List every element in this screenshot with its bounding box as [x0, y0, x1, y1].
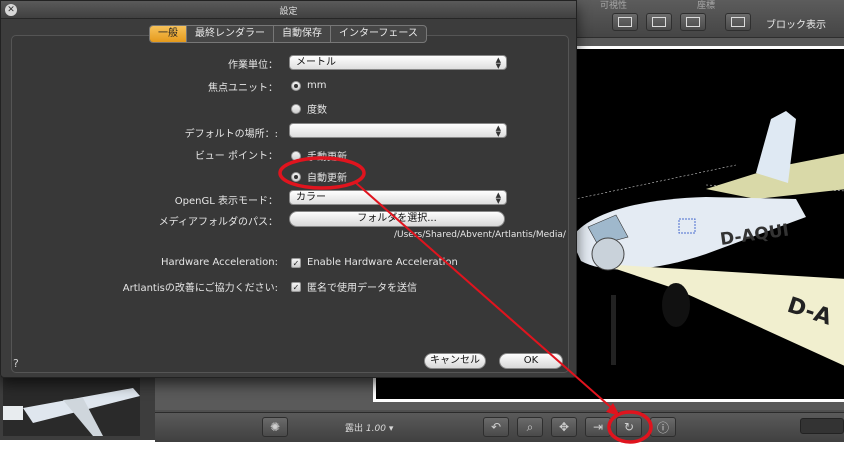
- viewpoint-label: ビュー ポイント：: [194, 151, 278, 162]
- tab-interface[interactable]: インターフェース: [331, 26, 426, 42]
- tab-general[interactable]: 一般: [150, 26, 187, 42]
- media-folder-path: /Users/Shared/Abvent/Artlantis/Media/: [394, 230, 566, 240]
- undo-icon: ↶: [490, 420, 502, 434]
- focal-unit-label: 焦点ユニット：: [208, 83, 278, 94]
- zoom-icon: ⌕: [526, 419, 534, 434]
- dialog-title: 設定: [279, 7, 298, 17]
- help-icon[interactable]: ?: [13, 357, 19, 370]
- radio-selected-icon: [291, 171, 301, 182]
- choose-folder-button[interactable]: フォルダを選択...: [289, 211, 505, 227]
- viewpoint-manual-radio[interactable]: 手動更新: [291, 148, 347, 163]
- exposure-control[interactable]: 露出 1.00 ▾: [345, 421, 393, 434]
- exposure-dropdown-icon: ▾: [388, 424, 394, 434]
- radio-label: mm: [307, 80, 327, 91]
- radio-label: 自動更新: [307, 173, 347, 184]
- settings-dialog: ✕ 設定 一般 最終レンダラー 自動保存 インターフェース 作業単位： メートル…: [0, 0, 577, 378]
- radio-label: 度数: [307, 105, 327, 116]
- radio-empty-icon: [291, 103, 301, 114]
- cancel-button[interactable]: キャンセル: [424, 353, 486, 369]
- work-unit-label: 作業単位：: [228, 60, 278, 71]
- pan-icon: ✥: [558, 420, 570, 434]
- radio-label: 手動更新: [307, 152, 347, 163]
- hardware-acceleration-label: Hardware Acceleration:: [161, 257, 278, 268]
- checkmark-icon: ✓: [291, 281, 301, 292]
- media-folder-label: メディアフォルダのパス：: [158, 217, 278, 228]
- coordinates-label: 座標: [697, 1, 716, 11]
- visibility-label: 可視性: [600, 1, 628, 11]
- opengl-mode-label: OpenGL 表示モード：: [174, 196, 278, 207]
- preview-thumbnail[interactable]: [3, 378, 140, 436]
- refresh-preview-button[interactable]: ↻: [616, 417, 642, 437]
- pan-button[interactable]: ✥: [551, 417, 577, 437]
- settings-tabs: 一般 最終レンダラー 自動保存 インターフェース: [149, 25, 427, 43]
- default-location-select[interactable]: ▲ ▼: [289, 123, 507, 138]
- default-location-label: デフォルトの場所：:: [184, 129, 278, 140]
- send-usage-data-checkbox[interactable]: ✓ 匿名で使用データを送信: [291, 279, 417, 294]
- bottom-right-slider[interactable]: [800, 418, 844, 434]
- opengl-mode-select[interactable]: カラー ▲ ▼: [289, 190, 507, 205]
- focal-unit-degree-radio[interactable]: 度数: [291, 101, 327, 116]
- dialog-titlebar: ✕ 設定: [1, 1, 576, 19]
- exposure-label: 露出: [345, 424, 364, 434]
- improve-program-label: Artlantisの改善にご協力ください:: [122, 283, 278, 294]
- radio-empty-icon: [291, 150, 301, 161]
- view-fit-button[interactable]: [612, 13, 638, 31]
- hardware-acceleration-checkbox[interactable]: ✓ Enable Hardware Acceleration: [291, 257, 458, 268]
- checkbox-label: 匿名で使用データを送信: [307, 283, 417, 294]
- focal-unit-mm-radio[interactable]: mm: [291, 80, 326, 91]
- block-display-label[interactable]: ブロック表示: [766, 16, 826, 31]
- tab-autosave[interactable]: 自動保存: [274, 26, 331, 42]
- work-unit-select[interactable]: メートル ▲ ▼: [289, 55, 507, 70]
- extents-icon: [652, 17, 666, 27]
- radio-selected-icon: [291, 80, 301, 91]
- walk-icon: ⇥: [592, 420, 604, 434]
- walk-button[interactable]: ⇥: [585, 417, 611, 437]
- checkbox-label: Enable Hardware Acceleration: [307, 257, 458, 268]
- ok-button[interactable]: OK: [499, 353, 563, 369]
- exposure-value: 1.00: [365, 424, 386, 434]
- view-zoom-extents-button[interactable]: [646, 13, 672, 31]
- airplane-thumbnail-icon: [3, 388, 140, 436]
- viewpoint-auto-radio[interactable]: 自動更新: [291, 169, 347, 184]
- grid-icon: [686, 17, 700, 27]
- frame-icon: [618, 17, 632, 27]
- zoom-button[interactable]: ⌕: [517, 417, 543, 437]
- view-grid-button[interactable]: [680, 13, 706, 31]
- opengl-mode-value: カラー: [296, 192, 326, 203]
- info-button[interactable]: ⓘ: [650, 417, 676, 437]
- work-unit-value: メートル: [296, 57, 336, 68]
- dropdown-arrows-icon: ▲ ▼: [495, 124, 501, 138]
- info-icon: ⓘ: [656, 420, 669, 435]
- block-display-icon-button[interactable]: [725, 13, 751, 31]
- refresh-icon: ↻: [623, 420, 635, 434]
- checkmark-icon: ✓: [291, 257, 301, 268]
- dropdown-arrows-icon: ▲ ▼: [495, 191, 501, 205]
- block-icon: [731, 17, 745, 27]
- gear-icon: ✺: [269, 420, 281, 434]
- tab-final-renderer[interactable]: 最終レンダラー: [187, 26, 274, 42]
- dropdown-arrows-icon: ▲ ▼: [495, 56, 501, 70]
- undo-button[interactable]: ↶: [483, 417, 509, 437]
- settings-gear-button[interactable]: ✺: [262, 417, 288, 437]
